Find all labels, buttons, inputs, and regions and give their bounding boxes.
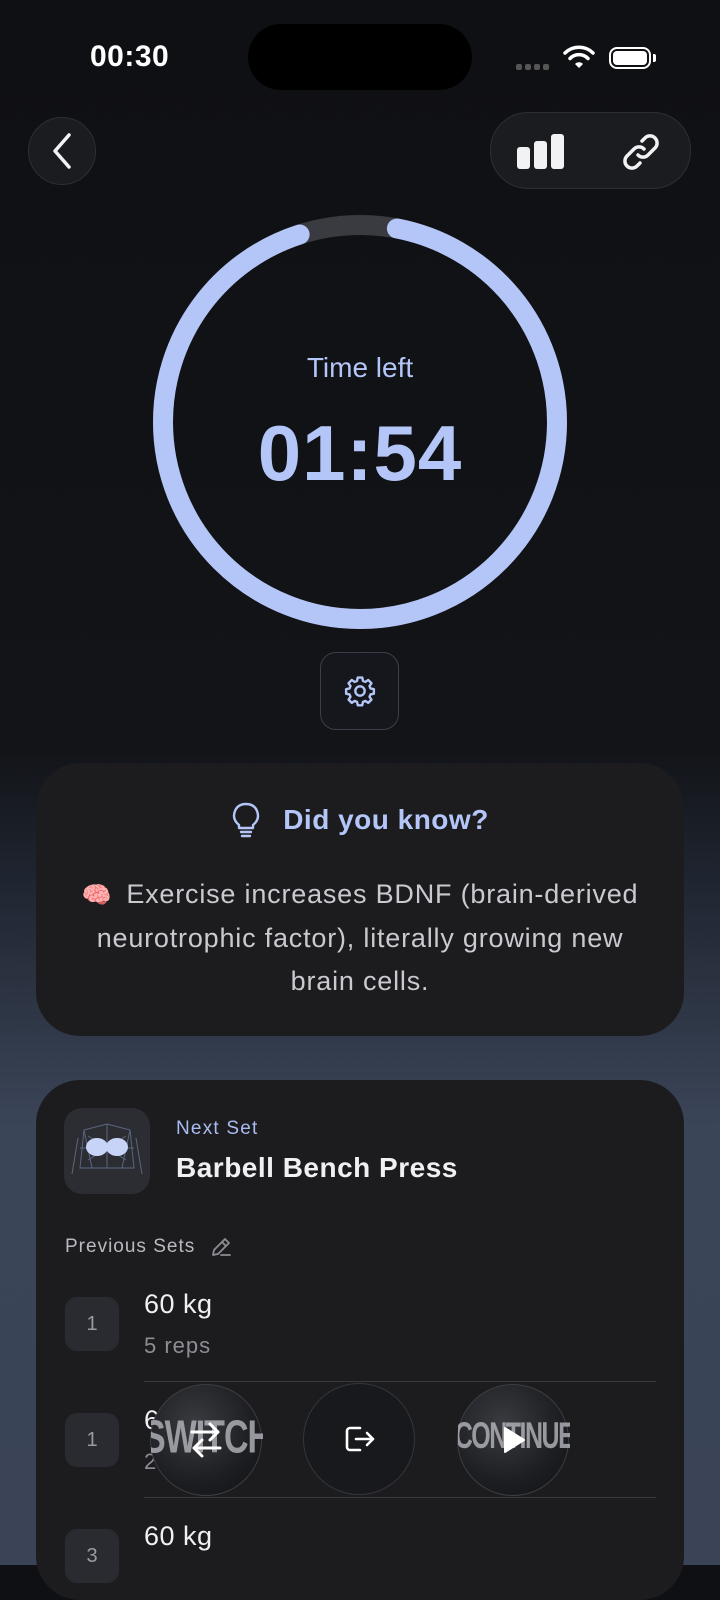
cellular-signal-icon	[516, 64, 552, 70]
previous-sets-header: Previous Sets	[65, 1235, 233, 1259]
did-you-know-text: 🧠 Exercise increases BDNF (brain-derived …	[76, 873, 644, 1003]
set-reps: 5 reps	[144, 1333, 212, 1358]
did-you-know-title: Did you know?	[283, 804, 489, 835]
countdown-value: 01:54	[257, 409, 463, 497]
stats-button[interactable]	[491, 113, 591, 190]
continue-button[interactable]: CONTINUE	[457, 1384, 570, 1496]
brain-emoji: 🧠	[81, 882, 113, 909]
back-button[interactable]	[28, 117, 96, 185]
previous-sets-label: Previous Sets	[65, 1236, 196, 1257]
link-button[interactable]	[591, 113, 691, 190]
lightbulb-icon	[233, 802, 260, 838]
status-time: 00:30	[90, 40, 170, 73]
battery-nub	[653, 54, 656, 62]
set-number: 1	[65, 1413, 119, 1467]
timer-settings-button[interactable]	[320, 652, 399, 730]
chest-muscle-icon	[71, 1123, 143, 1175]
switch-button[interactable]: SWITCH	[150, 1384, 263, 1496]
muscle-thumbnail	[64, 1108, 150, 1194]
exit-button[interactable]	[303, 1383, 415, 1495]
did-you-know-card: Did you know? 🧠 Exercise increases BDNF (…	[36, 763, 684, 1036]
set-divider	[144, 1381, 656, 1382]
bar-chart-icon	[517, 133, 564, 169]
set-number: 1	[65, 1297, 119, 1351]
set-weight: 60 kg	[144, 1289, 213, 1319]
set-number: 3	[65, 1529, 119, 1583]
play-icon	[504, 1427, 525, 1453]
header-actions	[490, 112, 691, 189]
set-divider	[144, 1497, 656, 1498]
chevron-left-icon	[53, 133, 71, 169]
exercise-name: Barbell Bench Press	[176, 1152, 458, 1183]
next-set-label: Next Set	[176, 1118, 259, 1139]
wifi-icon	[563, 45, 595, 68]
did-you-know-header: Did you know?	[36, 801, 684, 839]
next-set-card[interactable]: Next Set Barbell Bench Press Previous Se…	[36, 1080, 684, 1600]
dynamic-island	[248, 24, 472, 90]
swap-arrows-icon	[190, 1422, 222, 1458]
battery-icon	[609, 47, 651, 69]
link-icon	[623, 133, 659, 170]
time-left-label: Time left	[306, 352, 414, 383]
gear-icon	[344, 676, 375, 707]
set-weight: 60 kg	[144, 1521, 213, 1551]
fact-text: Exercise increases BDNF (brain-derived n…	[96, 879, 639, 996]
edit-pencil-icon[interactable]	[209, 1235, 233, 1259]
exit-icon	[345, 1426, 375, 1452]
